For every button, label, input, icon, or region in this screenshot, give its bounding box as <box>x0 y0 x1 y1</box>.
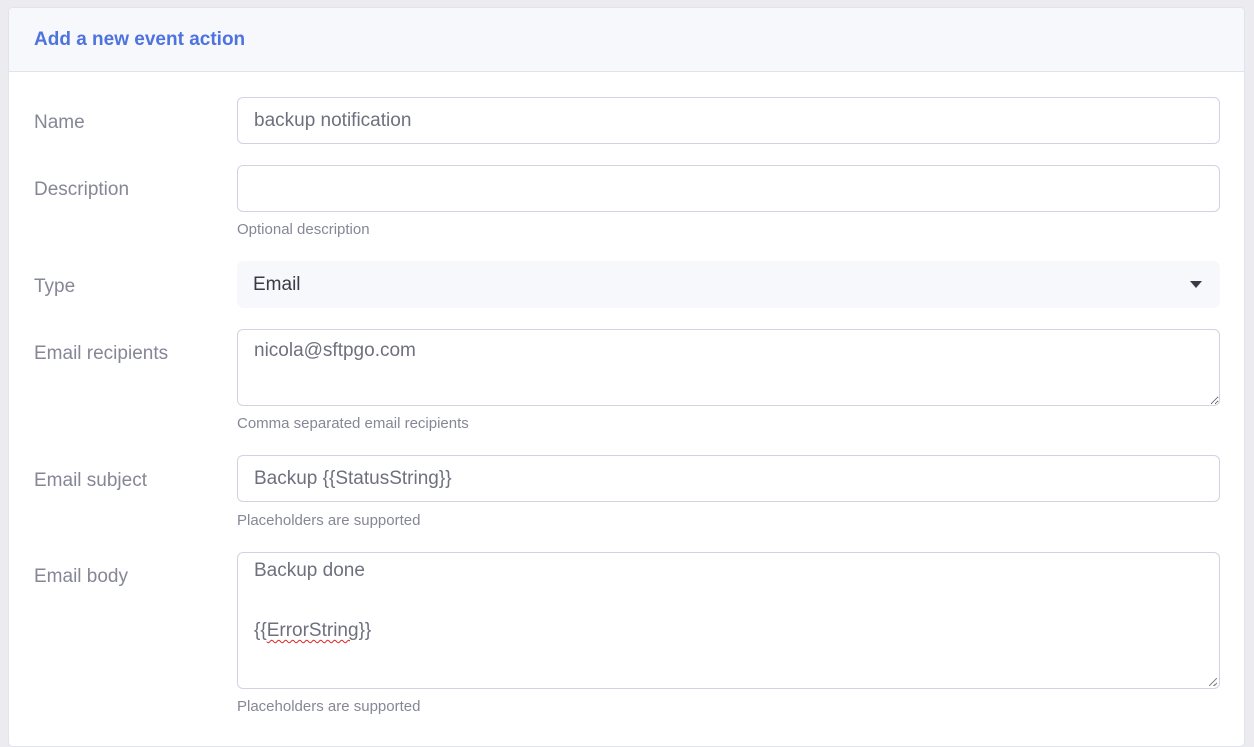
email-body-textarea[interactable]: Backup done {{ErrorString}} <box>237 552 1220 689</box>
email-recipients-textarea[interactable]: nicola@sftpgo.com <box>237 329 1220 406</box>
email-body-blank-line <box>254 586 1203 616</box>
resize-handle-icon[interactable] <box>1209 678 1217 686</box>
email-subject-help: Placeholders are supported <box>237 512 421 529</box>
placeholder-brace: {{ <box>254 620 267 641</box>
email-body-line: Backup done <box>254 560 365 581</box>
email-body-label: Email body <box>34 566 128 587</box>
spellcheck-word: ErrorString <box>266 620 359 641</box>
description-help: Optional description <box>237 221 370 238</box>
type-select[interactable]: Email <box>237 261 1220 308</box>
email-body-help: Placeholders are supported <box>237 698 421 715</box>
description-input[interactable] <box>237 165 1220 212</box>
email-body-line: {{ErrorString}} <box>254 616 1203 646</box>
placeholder-brace: }} <box>358 620 372 641</box>
email-recipients-help: Comma separated email recipients <box>237 415 469 432</box>
name-label: Name <box>34 112 85 133</box>
event-action-card: Add a new event action Name Description … <box>8 7 1245 747</box>
email-subject-label: Email subject <box>34 470 147 491</box>
card-header: Add a new event action <box>9 8 1244 72</box>
name-input[interactable] <box>237 97 1220 144</box>
caret-down-icon <box>1190 281 1202 288</box>
email-recipients-label: Email recipients <box>34 343 169 364</box>
page-title: Add a new event action <box>34 28 246 50</box>
description-label: Description <box>34 179 130 200</box>
type-label: Type <box>34 276 76 297</box>
type-select-value: Email <box>253 273 301 295</box>
email-subject-input[interactable] <box>237 455 1220 502</box>
